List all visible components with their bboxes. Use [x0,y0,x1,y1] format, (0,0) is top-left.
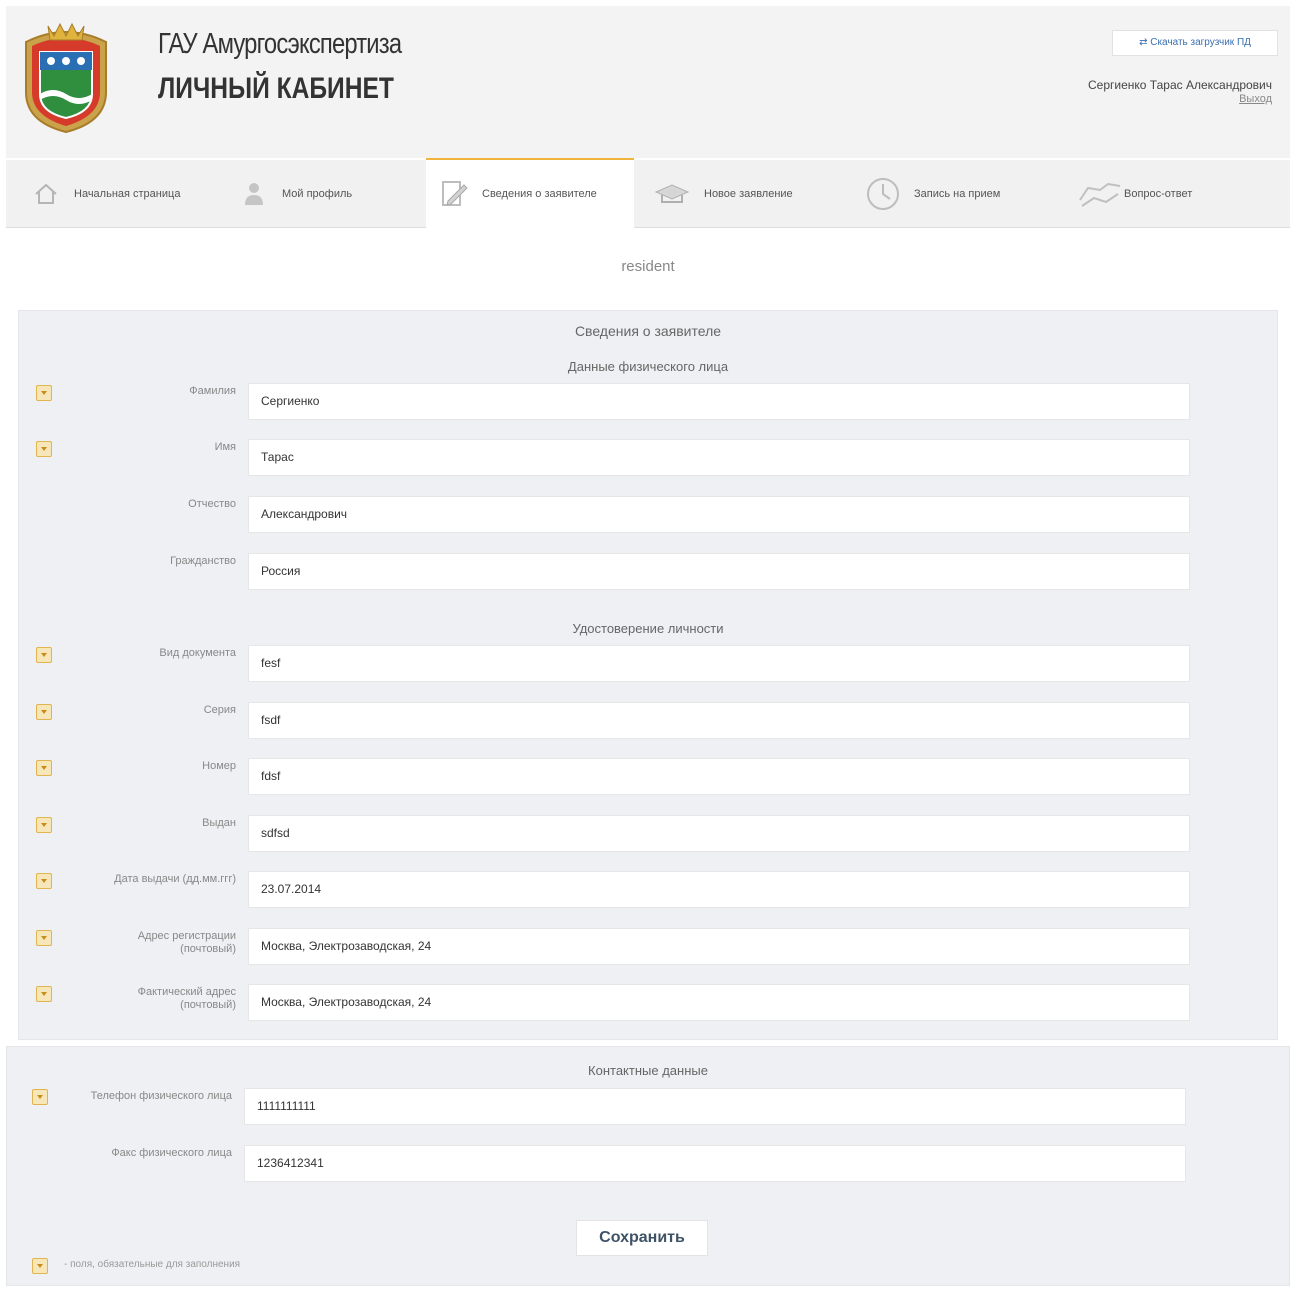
download-loader-button[interactable]: ⇄ Скачать загрузчик ПД [1112,30,1278,56]
header: ГАУ Амургосэкспертиза ЛИЧНЫЙ КАБИНЕТ ⇄ С… [6,6,1290,158]
user-icon [240,180,268,208]
tab-new-application-label: Новое заявление [704,188,793,200]
patronymic-field[interactable]: Александрович [248,496,1190,533]
tab-new-application[interactable]: Новое заявление [654,160,793,228]
doc-type-label: Вид документа [159,647,236,659]
section-identity: Удостоверение личности [572,621,724,636]
required-marker [36,441,52,457]
handshake-icon [1078,180,1122,208]
required-marker-legend [32,1258,48,1274]
required-note: - поля, обязательные для заполнения [64,1259,241,1270]
section-contacts: Контактные данные [588,1063,708,1078]
main-nav: Начальная страница Мой профиль Сведения … [6,158,1290,228]
patronymic-label: Отчество [188,498,236,510]
required-marker [36,817,52,833]
doc-type-field[interactable]: fesf [248,645,1190,682]
citizenship-field[interactable]: Россия [248,553,1190,590]
number-label: Номер [202,760,236,772]
issue-date-field[interactable]: 23.07.2014 [248,871,1190,908]
tab-home[interactable]: Начальная страница [32,160,180,228]
required-marker [36,930,52,946]
fact-address-field[interactable]: Москва, Электрозаводская, 24 [248,984,1190,1021]
required-marker [36,986,52,1002]
tab-profile-label: Мой профиль [282,188,353,200]
tab-appointment-label: Запись на прием [914,188,1001,200]
required-marker [36,704,52,720]
form-title: Сведения о заявителе [574,323,722,339]
citizenship-label: Гражданство [170,555,236,567]
name-field[interactable]: Тарас [248,439,1190,476]
fax-field[interactable]: 1236412341 [244,1145,1186,1182]
tab-applicant-info[interactable]: Сведения о заявителе [426,158,634,228]
fax-label: Факс физического лица [111,1147,232,1159]
page-subtitle: resident [621,258,675,275]
required-marker [32,1089,48,1105]
required-marker [36,873,52,889]
org-name: ГАУ Амургосэкспертиза [158,28,402,60]
surname-field[interactable]: Сергиенко [248,383,1190,420]
clock-icon [866,177,900,211]
name-label: Имя [214,441,236,453]
issue-date-label: Дата выдачи (дд.мм.ггг) [114,873,236,885]
edit-document-icon [440,180,468,208]
tab-profile[interactable]: Мой профиль [240,160,352,228]
required-marker [36,760,52,776]
cabinet-title: ЛИЧНЫЙ КАБИНЕТ [158,72,394,105]
phone-label: Телефон физического лица [90,1090,232,1102]
fact-address-label-line2: (почтовый) [180,999,236,1011]
series-field[interactable]: fsdf [248,702,1190,739]
number-field[interactable]: fdsf [248,758,1190,795]
phone-field[interactable]: 1111111111 [244,1088,1186,1125]
tab-appointment[interactable]: Запись на прием [866,160,1000,228]
home-icon [32,180,60,208]
required-marker [36,647,52,663]
new-application-icon [654,180,690,208]
logout-link[interactable]: Выход [1239,93,1272,105]
tab-applicant-info-label: Сведения о заявителе [482,188,597,200]
user-name: Сергиенко Тарас Александрович [1088,78,1272,92]
tab-home-label: Начальная страница [74,188,181,200]
download-label: Скачать загрузчик ПД [1150,37,1251,48]
save-button[interactable]: Сохранить [576,1220,708,1256]
tab-faq[interactable]: Вопрос-ответ [1078,160,1192,228]
coat-of-arms-logo [25,22,107,134]
section-person: Данные физического лица [567,359,729,374]
tab-faq-label: Вопрос-ответ [1124,188,1193,200]
fact-address-label-line1: Фактический адрес [137,986,236,998]
issued-by-field[interactable]: sdfsd [248,815,1190,852]
reg-address-field[interactable]: Москва, Электрозаводская, 24 [248,928,1190,965]
reg-address-label-line1: Адрес регистрации [137,930,236,942]
required-marker [36,385,52,401]
issued-by-label: Выдан [202,817,236,829]
reg-address-label: Адрес регистрации (почтовый) [60,930,236,956]
fact-address-label: Фактический адрес (почтовый) [60,986,236,1012]
reg-address-label-line2: (почтовый) [180,943,236,955]
surname-label: Фамилия [189,385,236,397]
series-label: Серия [203,704,236,716]
link-icon: ⇄ [1139,37,1151,48]
